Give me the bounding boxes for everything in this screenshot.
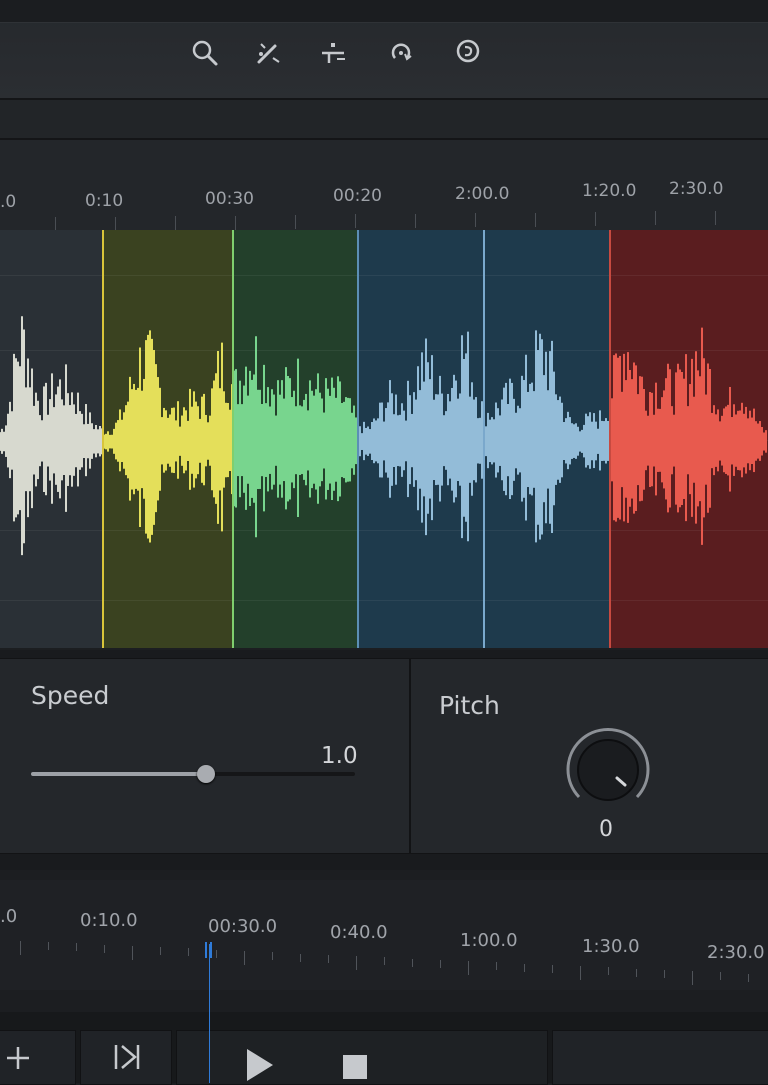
ruler-tick [655,211,656,226]
timeline-tick [20,940,21,955]
ruler-label: 00:20 [333,186,382,206]
magic-wand-icon [257,43,280,64]
timeline-tick [300,953,301,962]
speed-value: 1.0 [321,743,358,769]
search-icon [192,40,218,66]
pitch-label: Pitch [439,691,500,720]
title-strip [0,0,768,23]
region-marker[interactable] [483,230,485,648]
timeline-tick [160,947,161,956]
pitch-value: 0 [599,817,613,842]
pitch-panel: Pitch 0 [410,658,768,854]
ruler-tick [595,212,596,227]
region-marker[interactable] [102,230,104,648]
region-marker[interactable] [232,230,234,648]
timeline-label: 1:30.0 [582,936,640,957]
ruler-label: .0 [0,192,17,212]
timeline-tick [748,973,749,982]
timeline-tick [328,954,329,963]
timeline-tick [384,957,385,966]
pitch-knob[interactable] [563,725,653,815]
timeline-label: 0:10.0 [80,910,138,931]
bottom-timeline[interactable]: .0 0:10.0 00:30.0 0:40.0 1:00.0 1:30.0 2… [0,880,768,990]
rotate-icon [391,43,412,61]
ruler-tick [115,216,116,231]
speed-label: Speed [31,681,110,710]
split-icon [322,43,345,63]
timeline-tick [720,972,721,981]
timeline-tick [664,969,665,978]
timeline-label: .0 [0,906,18,927]
split-button[interactable] [316,36,350,70]
add-icon [7,1047,29,1069]
ruler-tick [475,213,476,228]
ruler-tick [535,212,536,227]
timeline-label: 00:30.0 [208,916,278,937]
rotate-button[interactable] [384,36,418,70]
speed-panel: Speed 1.0 [0,658,410,854]
waveform-view[interactable] [0,230,768,648]
timeline-tick [608,967,609,976]
ruler-tick [295,215,296,230]
ruler-tick [235,215,236,230]
timeline-tick [440,959,441,968]
timeline-tick [412,958,413,967]
playhead-handle-icon[interactable] [204,942,214,958]
ruler-label: 0:10 [85,191,124,211]
timeline-label: 0:40.0 [330,922,388,943]
timeline-tick [580,966,581,981]
timeline-tick [356,956,357,971]
toolbar [0,0,768,100]
magic-wand-button[interactable] [251,36,285,70]
transport-extra [552,1030,768,1085]
stop-icon[interactable] [341,1053,371,1083]
toolbar-lower-band [0,100,768,140]
timeline-tick [76,943,77,952]
skip-to-end-button[interactable] [80,1030,172,1085]
search-button[interactable] [188,36,222,70]
timeline-label: 2:30.0 [707,942,765,963]
play-icon[interactable] [243,1047,277,1081]
timeline-tick [272,952,273,961]
timeline-tick [244,950,245,965]
timeline-tick [188,948,189,957]
timeline-tick [468,961,469,976]
timeline-tick [692,971,693,986]
ruler-label: 2:00.0 [455,184,510,204]
timeline-tick [132,945,133,960]
timeline-label: 1:00.0 [460,930,518,951]
loop-icon [456,39,480,63]
timeline-tick [496,962,497,971]
skip-to-end-icon [114,1045,140,1069]
ruler-tick [355,214,356,229]
timeline-tick [48,942,49,951]
timeline-tick [216,949,217,958]
speed-slider-track[interactable] [31,765,355,783]
playhead[interactable] [209,944,210,1083]
top-time-ruler[interactable]: .0 0:10 00:30 00:20 2:00.0 1:20.0 2:30.0 [0,140,768,236]
waveform-graphic [0,316,767,556]
loop-button[interactable] [451,36,485,70]
ruler-tick [415,213,416,228]
transport-bar [0,1012,768,1085]
ruler-label: 2:30.0 [669,179,724,199]
speed-slider-fill [31,772,206,776]
timeline-tick [524,963,525,972]
add-button[interactable] [0,1030,76,1085]
ruler-tick [175,216,176,231]
region-marker[interactable] [609,230,611,648]
ruler-label: 00:30 [205,189,254,209]
ruler-label: 1:20.0 [582,181,637,201]
controls-area: Speed 1.0 Pitch 0 [0,650,768,870]
speed-slider-thumb[interactable] [196,765,215,783]
ruler-tick [715,210,716,225]
timeline-tick [636,968,637,977]
region-marker[interactable] [357,230,359,648]
playback-controls [176,1030,548,1085]
timeline-tick [104,944,105,953]
timeline-tick [552,964,553,973]
